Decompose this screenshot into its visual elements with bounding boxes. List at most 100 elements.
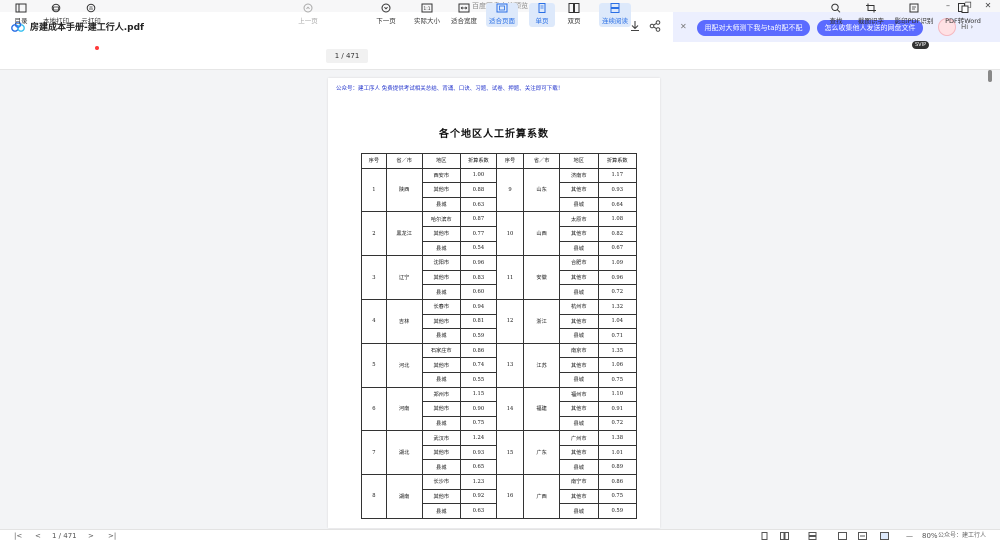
cell-area: 县城 [559, 459, 599, 476]
cell-area: 县城 [559, 328, 599, 344]
status-bar: |< < 1 / 471 > >| — 80% [0, 529, 1000, 541]
fit-page-button[interactable]: 适合页面 [486, 3, 518, 27]
cell-area: 县城 [559, 240, 599, 257]
header-province: 省／市 [385, 153, 423, 169]
prev-page-button[interactable]: 上一页 [294, 3, 322, 27]
pdf-to-word-button[interactable]: PDF转Word [942, 3, 984, 27]
cell-factor: 0.81 [460, 313, 497, 330]
cell-area: 其他市 [559, 357, 599, 373]
actual-size-button[interactable]: 1:1 实际大小 [411, 3, 443, 27]
cell-area: 其他市 [559, 488, 599, 505]
status-next-button[interactable]: > [88, 530, 94, 541]
cell-area: 其他市 [421, 182, 461, 198]
cell-factor: 0.74 [460, 357, 497, 373]
cell-area: 其他市 [421, 357, 461, 373]
scrollbar-thumb[interactable] [988, 70, 992, 82]
fit-width-icon [458, 3, 470, 13]
search-button[interactable]: 查找 [826, 3, 846, 27]
cell-area: 广州市 [559, 430, 599, 446]
cell-area: 其他市 [559, 182, 599, 198]
toc-label: 目录 [14, 17, 28, 25]
ocr-button[interactable]: 截图识字 [856, 3, 886, 27]
cell-factor: 0.93 [460, 444, 497, 461]
table-row: 6 河南 郑州市 1.15 14 福建 福州市 1.10 [361, 386, 637, 432]
ocr-label: 截图识字 [858, 17, 884, 25]
cell-area: 县城 [559, 371, 599, 388]
cell-factor: 0.87 [460, 211, 497, 227]
cell-area: 其他市 [559, 269, 599, 286]
cell-factor: 0.60 [460, 284, 497, 300]
cell-area: 县城 [559, 284, 599, 300]
cell-area: 福州市 [559, 386, 599, 403]
continuous-reading-button[interactable]: 连续阅读 [599, 3, 631, 27]
cell-area: 其他市 [559, 313, 599, 330]
table-header-row: 序号 省／市 地区 折算系数 序号 省／市 地区 折算系数 [361, 153, 637, 169]
watermark-text: 公众号：建工行人 [938, 532, 987, 539]
single-view-icon[interactable] [760, 532, 769, 540]
cell-area: 太原市 [559, 211, 599, 227]
double-view-icon[interactable] [780, 532, 789, 540]
continuous-view-icon[interactable] [808, 532, 817, 540]
double-page-label: 双页 [567, 17, 581, 25]
cell-area: 长春市 [421, 298, 461, 315]
cell-no: 15 [495, 430, 525, 476]
cell-no: 1 [361, 167, 387, 213]
cell-no: 7 [361, 430, 387, 476]
cell-no: 10 [495, 211, 525, 257]
cell-no: 6 [361, 386, 387, 432]
actual-size-icon: 1:1 [421, 3, 433, 13]
actual-size-status-icon[interactable] [838, 532, 847, 540]
cell-area: 县城 [559, 415, 599, 432]
status-page-indicator[interactable]: 1 / 471 [52, 530, 77, 541]
cell-province: 吉林 [385, 298, 423, 344]
cell-province: 山东 [523, 167, 560, 213]
notification-dot [95, 46, 99, 50]
cell-factor: 0.88 [460, 182, 497, 198]
cell-area: 县城 [421, 328, 461, 344]
single-page-label: 单页 [535, 17, 549, 25]
pdf-recognition-button[interactable]: 影印PDF识别 [894, 3, 934, 27]
cell-no: 12 [495, 298, 525, 344]
cell-area: 郑州市 [421, 386, 461, 403]
fit-width-button[interactable]: 适合宽度 [448, 3, 480, 27]
cell-factor: 0.71 [597, 328, 637, 344]
single-page-button[interactable]: 单页 [529, 3, 555, 27]
cell-area: 其他市 [559, 225, 599, 242]
promo-close-icon[interactable]: ✕ [680, 22, 687, 31]
cloud-print-label: 云打印 [81, 17, 101, 25]
double-page-icon [568, 3, 580, 13]
cloud-print-button[interactable]: 云打印 [78, 3, 104, 27]
status-prev-button[interactable]: < [35, 530, 41, 541]
table-row: 7 湖北 武汉市 1.24 15 广东 广州市 1.38 [361, 430, 637, 476]
first-page-button[interactable]: |< [14, 530, 22, 541]
cell-no: 4 [361, 298, 387, 344]
zoom-out-button[interactable]: — [906, 530, 913, 541]
zoom-level[interactable]: 80% [922, 530, 938, 541]
cell-area: 西安市 [421, 167, 461, 184]
next-page-button[interactable]: 下一页 [372, 3, 400, 27]
cell-area: 县城 [421, 284, 461, 300]
cell-factor: 1.06 [597, 357, 637, 373]
cell-factor: 1.09 [597, 255, 637, 271]
promo-pill-match[interactable]: 用配对大师测下我与ta的配不配 [697, 20, 810, 36]
cell-factor: 0.63 [460, 196, 497, 213]
share-icon[interactable] [648, 19, 662, 33]
cell-factor: 0.93 [597, 182, 637, 198]
page-number-input[interactable]: 1 / 471 [326, 49, 368, 63]
fit-width-status-icon[interactable] [858, 532, 867, 540]
cell-province: 辽宁 [385, 255, 423, 300]
double-page-button[interactable]: 双页 [561, 3, 587, 27]
fit-page-status-icon[interactable] [880, 532, 889, 540]
toc-button[interactable]: 目录 [8, 3, 34, 27]
cell-factor: 1.38 [597, 430, 637, 446]
cell-area: 南宁市 [559, 474, 599, 490]
cell-factor: 1.10 [597, 386, 637, 403]
cell-province: 福建 [523, 386, 560, 432]
cell-area: 南京市 [559, 342, 599, 359]
fit-width-label: 适合宽度 [451, 17, 477, 25]
cell-factor: 0.75 [597, 488, 637, 505]
cell-factor: 0.92 [460, 488, 497, 505]
last-page-button[interactable]: >| [108, 530, 116, 541]
cell-area: 县城 [421, 415, 461, 432]
local-print-button[interactable]: 本地打印 [40, 3, 72, 27]
